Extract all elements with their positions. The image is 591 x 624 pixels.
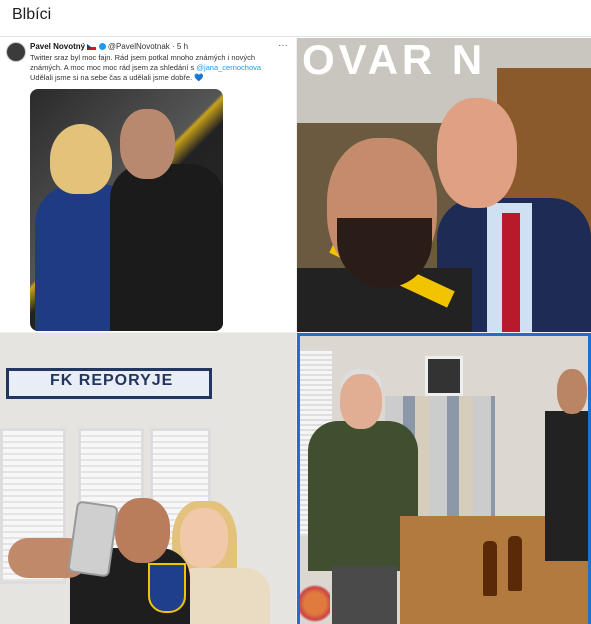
czech-flag-icon [87,43,97,50]
framed-portrait [425,356,463,396]
photo-tile-office-selected[interactable] [297,333,591,624]
author-handle: @PavelNovotnak [107,42,170,51]
club-scarf-text: FK REPORYJE [50,372,174,389]
tweet-text-line-3: Udělali jsme si na sebe čas a udělali js… [30,73,204,82]
person-face [437,98,517,208]
album-title: Blbíci [12,6,52,23]
tweet-text: Twitter sraz byl moc fajn. Rád jsem potk… [30,53,280,83]
photo-grid: Pavel Novotný @PavelNovotnak · 5 h ··· T… [0,38,591,624]
tweet-text-line-2: známých. A moc moc moc rád jsem za shled… [30,63,195,72]
author-avatar [6,42,26,62]
photo-tile-tweet[interactable]: Pavel Novotný @PavelNovotnak · 5 h ··· T… [0,38,296,332]
person-face [557,369,587,414]
beer-bottle [483,541,497,596]
mention-link: @jana_cernochova [196,63,262,72]
person-face [340,374,382,429]
person-face [180,508,228,568]
tweet-time: 5 h [176,42,189,51]
photo-tile-selfie-sign[interactable]: OVAR N [297,38,591,332]
club-pennant [148,563,186,613]
shop-sign-text: OVAR N [302,38,487,83]
person-face [115,498,170,563]
photo-tile-selfie-scarf[interactable]: FK REPORYJE [0,333,296,624]
flowers [300,581,330,624]
more-options-icon: ··· [278,40,288,51]
author-name: Pavel Novotný [30,42,86,51]
tweet-photo [30,89,223,331]
header-divider [0,36,591,37]
tweet-author: Pavel Novotný @PavelNovotnak · 5 h [30,42,189,51]
verified-badge-icon [98,43,106,51]
beer-bottle [508,536,522,591]
tweet-text-line-1: Twitter sraz byl moc fajn. Rád jsem potk… [30,53,256,62]
